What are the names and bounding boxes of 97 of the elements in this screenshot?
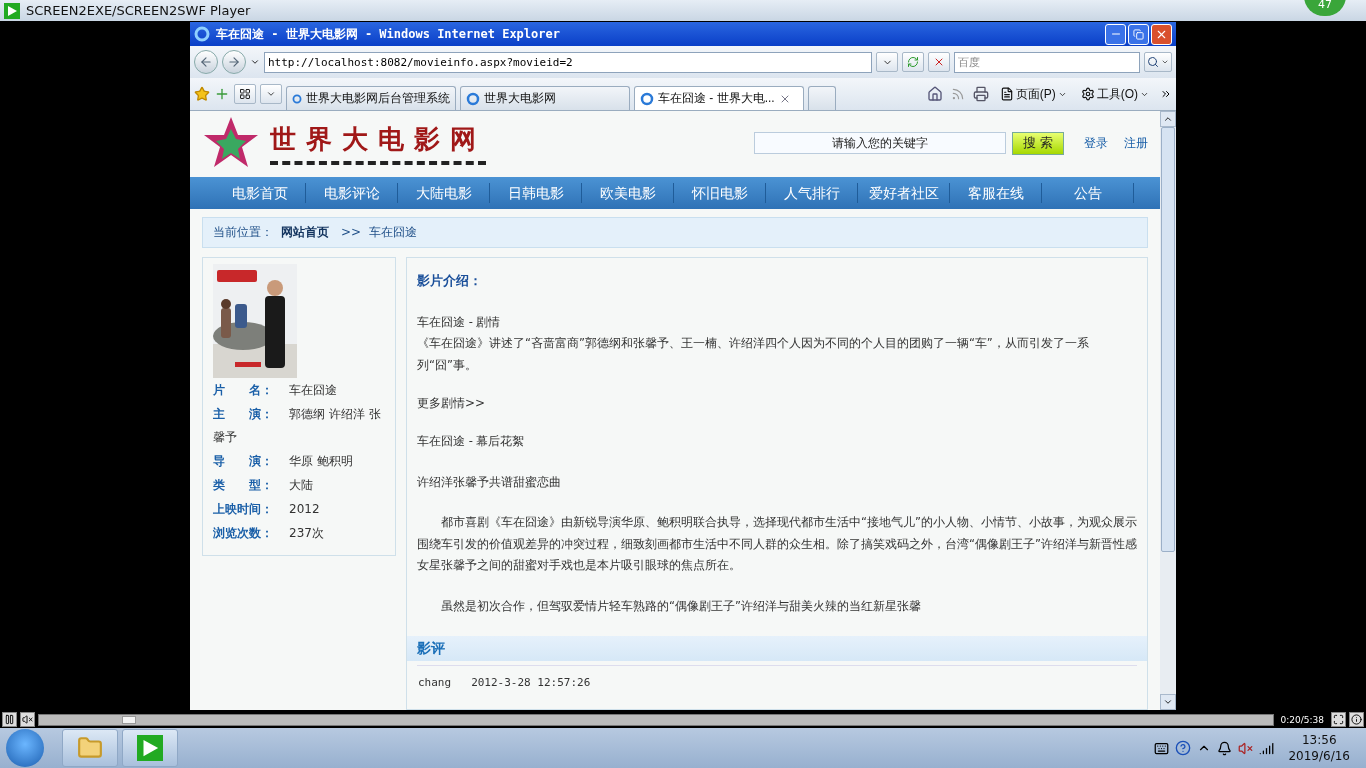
gear-icon [1080,87,1095,101]
header-link[interactable]: 注册 [1124,134,1148,152]
scrollbar[interactable] [1160,111,1176,710]
home-link[interactable]: 网站首页 [281,223,329,241]
info-row-text: 片 名： 车在囧途 [213,381,338,399]
speaker-muted-icon [22,714,33,725]
intro-title: 影片介绍： [417,271,483,290]
page-icon [999,87,1014,101]
nav-link[interactable]: 欧美电影 [582,182,674,203]
caret-icon [266,89,276,99]
refresh-button[interactable] [902,52,924,72]
review-time: 2012-3-28 12:57:26 [471,676,591,689]
progress-thumb[interactable] [121,715,136,724]
tab-list-button[interactable] [234,84,256,104]
restore-icon [1133,28,1144,40]
scroll-thumb[interactable] [1161,127,1175,552]
nav-link[interactable]: 日韩电影 [490,182,582,203]
search-button[interactable]: 搜 索 [1012,131,1064,155]
nav-link[interactable]: 大陆电影 [398,182,490,203]
nav-link[interactable]: 怀旧电影 [674,182,766,203]
paragraph: 车在囧途 - 剧情 [417,313,502,331]
add-favorite-icon[interactable] [214,86,230,102]
breadcrumb-current: 车在囧途 [369,223,418,241]
arrow-right-icon [227,55,241,69]
scroll-up-button[interactable] [1160,111,1176,127]
window-title: 车在囧途 - 世界大电影网 - Windows Internet Explorer [216,25,560,43]
playback-time: 0:20/5:38 [1279,714,1325,725]
command-menu-button[interactable]: 工具(O) [1077,85,1152,103]
paragraph: 《车在囧途》讲述了“吝啬富商”郭德纲和张馨予、王一楠、许绍洋四个人因为不同的个人目的团购了一辆“车”，从而引发了一系列“囧”事。 [417,335,1090,374]
arrow-left-icon [199,55,213,69]
review-user: chang [418,676,452,689]
clock[interactable]: 13:56 2019/6/16 [1288,732,1350,764]
help-icon[interactable] [1175,740,1192,756]
stop-button[interactable] [928,52,950,72]
command-menu-button[interactable]: 页面(P) [996,85,1070,103]
info-row-text: 浏览次数： 237次 [213,524,325,542]
browser-tab[interactable]: 车在囧途 - 世界大电... [634,86,804,110]
nav-link[interactable]: 客服在线 [950,182,1042,203]
nav-link[interactable]: 爱好者社区 [858,182,950,203]
refresh-icon [907,56,919,68]
paragraph: 虽然是初次合作，但驾驭爱情片轻车熟路的“偶像剧王子”许绍洋与甜美火辣的当红新星张馨 [440,597,922,615]
keyword-field[interactable]: 请输入您的关键字 [754,132,1006,155]
keyboard-icon[interactable] [1154,740,1170,756]
address-field[interactable]: http://localhost:8082/movieinfo.aspx?movieid=2 [264,51,872,73]
nav-link[interactable]: 电影首页 [214,182,306,203]
more-icon[interactable] [1160,88,1172,100]
favorites-star-icon[interactable] [194,86,210,102]
nav-link[interactable]: 电影评论 [306,182,398,203]
search-icon [1147,56,1159,68]
player-taskbar-button[interactable] [122,729,178,767]
pause-button[interactable] [2,712,17,727]
start-button[interactable] [6,729,44,767]
pause-icon [4,714,15,725]
back-button[interactable] [194,50,218,74]
info-row-text: 主 演： 郭德纲 许绍洋 张馨予 [213,405,382,446]
search-field[interactable]: 百度 [954,51,1140,73]
player-title: SCREEN2EXE/SCREEN2SWF Player [26,3,251,18]
info-row-text: 类 型： 大陆 [213,476,314,494]
sound-button[interactable] [20,712,35,727]
player-logo-icon [137,735,163,761]
review-header: 影评 [407,636,1147,661]
grid-icon [239,88,251,100]
player-logo-icon [4,2,20,19]
header-link[interactable]: 登录 [1084,134,1108,152]
site-logo: 世界大电影网 [270,121,486,165]
bell-icon[interactable] [1217,740,1233,756]
close-button[interactable] [1151,23,1172,45]
feed-icon[interactable] [950,87,965,101]
nav-link[interactable]: 公告 [1042,182,1134,203]
info-button[interactable] [1349,712,1364,727]
paragraph: 都市喜剧《车在囧途》由新锐导演华原、鲍积明联合执导，选择现代都市生活中“接地气儿”的小人物、小情节、小故事，为观众展示围绕车引发的价值观差异的冲突过程，细致刻画都市生活中不同人群的众生相。除了搞笑戏码之外，台湾“偶像剧王子”许绍洋与新晋性感女星张馨予之间的甜蜜对手戏也是本片吸引眼球的焦点所在。 [417,514,1137,574]
paragraph: 许绍洋张馨予共谱甜蜜恋曲 [417,473,562,491]
browser-tab[interactable]: 世界大电影网 [460,86,630,110]
info-row-text: 上映时间： 2012 [213,500,321,518]
more-link[interactable]: 更多剧情>> [417,395,1137,412]
folder-icon [77,735,103,761]
info-icon [1351,714,1362,725]
breadcrumb-label: 当前位置： [213,223,273,241]
info-row-text: 导 演： 华原 鲍积明 [213,452,354,470]
counter-badge: 47 [1304,0,1346,16]
stop-icon [933,56,945,68]
restore-button[interactable] [1128,23,1149,45]
breadcrumb-separator: >> [341,225,362,240]
scroll-down-button[interactable] [1160,694,1176,710]
search-button[interactable] [1144,52,1172,72]
speaker-muted-icon[interactable] [1238,740,1254,756]
paragraph: 车在囧途 - 幕后花絮 [417,433,526,450]
caret-icon [1161,58,1169,66]
fullscreen-icon [1333,714,1344,725]
home-icon[interactable] [926,86,943,102]
signal-icon[interactable] [1259,740,1275,756]
browser-tab[interactable]: 世界大电影网后台管理系统 [286,86,456,110]
history-dropdown-icon[interactable] [250,57,260,67]
fullscreen-button[interactable] [1331,712,1346,727]
minimize-button[interactable] [1105,23,1126,45]
print-icon[interactable] [972,86,989,102]
nav-link[interactable]: 人气排行 [766,182,858,203]
